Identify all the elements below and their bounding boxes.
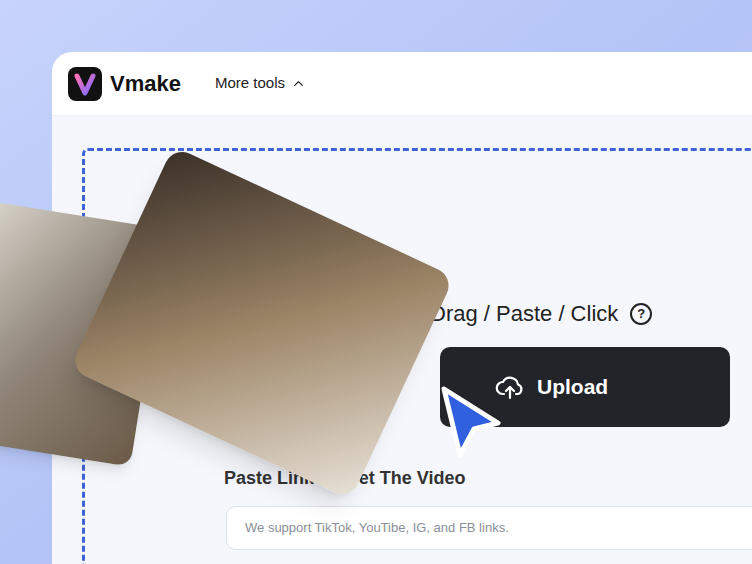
cloud-upload-icon xyxy=(495,374,525,400)
header: Vmake More tools xyxy=(52,52,752,116)
brand-name: Vmake xyxy=(110,67,181,100)
link-input[interactable]: We support TikTok, YouTibe, IG, and FB l… xyxy=(226,506,752,550)
vmake-logo-icon xyxy=(68,67,102,101)
upload-prompt: Drag / Paste / Click? xyxy=(430,301,652,327)
page: VmakeMore toolsDrag / Paste / Click?Uplo… xyxy=(0,0,752,564)
chevron-up-icon xyxy=(291,76,306,91)
help-icon[interactable]: ? xyxy=(630,303,652,325)
cursor-icon xyxy=(436,383,506,463)
more-tools-menu[interactable]: More tools xyxy=(215,72,306,95)
brand[interactable]: Vmake xyxy=(68,67,181,101)
